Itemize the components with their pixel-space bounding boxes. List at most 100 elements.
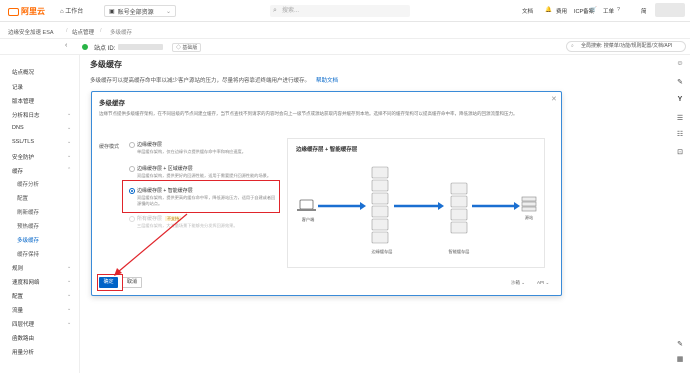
sidebar-item-label: 用量分析 <box>12 350 35 356</box>
sidebar-item-label: 速度和网络 <box>12 280 40 286</box>
sidebar-item-label: 函数路由 <box>12 336 35 342</box>
search-input[interactable]: ⌕ 搜索... <box>270 5 410 17</box>
account-label: 账号全部资源 <box>117 9 154 16</box>
sidebar-item-cache-config[interactable]: 配置 <box>17 194 28 202</box>
sidebar-item-config[interactable]: 配置 ⌄ <box>12 292 76 300</box>
sidebar-item-purge[interactable]: 刷新缓存 <box>17 208 39 216</box>
dialog-description: 边缘节点提供多级缓存架构，在不同层级的节点间建立缓存，当节点查找不到请求的内容时… <box>99 111 518 116</box>
chevron-down-icon: ⌄ <box>67 111 72 117</box>
breadcrumb-separator: / <box>100 28 102 34</box>
option-all-cache-layers: 所有缓存层 不支持 三层缓存架构，大流量场景下能够充分发挥回源效果。 <box>129 215 279 235</box>
api-link[interactable]: API ⌄ <box>537 280 549 286</box>
search-icon: ⌕ <box>571 43 574 49</box>
page-description-text: 多级缓存可以提高缓存命中率以减少客户源站的压力，尽量将内容靠近终端用户进行缓存。 <box>90 78 311 84</box>
breadcrumb-item[interactable]: 边缘安全加速 ESA <box>8 28 54 36</box>
chevron-down-icon: ⌄ <box>67 125 72 131</box>
arrow-client-edge-icon <box>318 202 366 210</box>
edit-icon[interactable]: ✎ <box>672 340 688 348</box>
radio-all-cache-layers <box>129 216 135 222</box>
grid-icon[interactable]: ▦ <box>672 355 688 363</box>
chevron-down-icon: ⌄ <box>67 264 72 270</box>
sidebar-item-security[interactable]: 安全防护 ⌄ <box>12 153 76 161</box>
workspace-link[interactable]: ⌂ 工作台 <box>60 6 83 15</box>
sidebar-item-traffic[interactable]: 流量 ⌄ <box>12 306 76 314</box>
sidebar-item-label: 站点概况 <box>12 70 35 76</box>
smart-cache-label: 智能缓存层 <box>448 249 470 254</box>
sidebar-item-prefetch[interactable]: 预热缓存 <box>17 222 39 230</box>
logo-text: 阿里云 <box>21 7 45 16</box>
avatar[interactable] <box>655 3 685 17</box>
aliyun-logo[interactable]: 阿里云 <box>8 6 45 17</box>
sidebar-item-ssl[interactable]: SSL/TLS ⌄ <box>12 139 76 145</box>
sidebar-item-dns[interactable]: DNS ⌄ <box>12 125 76 131</box>
sandbox-link[interactable]: 沙箱 ⌄ <box>511 280 525 286</box>
client-label: 客户端 <box>301 217 315 222</box>
radio-edge-cache[interactable] <box>129 142 135 148</box>
docs-link[interactable]: 文档 <box>522 7 533 15</box>
page-title: 多级缓存 <box>90 60 122 69</box>
account-icon: ▣ <box>109 8 115 15</box>
sidebar-item-analytics[interactable]: 分析和日志 ⌄ <box>12 111 76 119</box>
client-laptop-icon <box>297 199 316 211</box>
help-icon[interactable]: ? <box>617 7 620 13</box>
sidebar-item-label: 缓存分析 <box>17 182 40 188</box>
close-icon[interactable]: ✕ <box>551 95 557 103</box>
sidebar-item-usage[interactable]: 用量分析 <box>12 348 34 356</box>
option-label: 边缘缓存层 + 区域缓存层 <box>137 166 193 172</box>
breadcrumb-item[interactable]: 站点管理 <box>72 28 94 36</box>
chevron-down-icon: ⌄ <box>67 278 72 284</box>
option-label-wrap: 所有缓存层 不支持 <box>137 215 182 222</box>
chevron-down-icon: ⌄ <box>67 153 72 159</box>
back-icon[interactable]: ‹ <box>65 42 67 49</box>
global-search-input[interactable]: ⌕ 全局搜索: 搜菜单/功能/规则配置/文档/API <box>566 41 686 52</box>
highlight-box-confirm-button <box>97 274 123 291</box>
sidebar-item-label: 多级缓存 <box>17 238 40 244</box>
notes-icon[interactable]: ☷ <box>672 130 688 138</box>
sidebar-item-label: 缓存 <box>12 169 24 175</box>
sidebar-item-speed[interactable]: 速度和网络 ⌄ <box>12 278 76 286</box>
chevron-down-icon: ⌄ <box>67 139 72 145</box>
ticket-link[interactable]: 工单 <box>603 7 614 15</box>
language-switch[interactable]: 简 <box>641 7 647 15</box>
sidebar-item-cache-reserve[interactable]: 缓存保持 <box>17 250 39 258</box>
sidebar-item-label: SSL/TLS <box>12 139 35 145</box>
edge-cache-server-stack-icon <box>371 166 389 244</box>
sidebar-item-versions[interactable]: 版本管理 <box>12 97 34 105</box>
help-doc-link[interactable]: 帮助文档 <box>316 78 338 84</box>
status-dot-icon <box>82 44 88 50</box>
sidebar-item-rules[interactable]: 规则 ⌄ <box>12 264 76 272</box>
sidebar-item-label: 规则 <box>12 266 24 272</box>
bell-icon[interactable]: 🔔 <box>545 7 552 13</box>
sidebar-item-tiered-cache[interactable]: 多级缓存 <box>17 236 39 244</box>
cart-icon[interactable]: 🛒 <box>590 7 597 13</box>
option-edge-cache[interactable]: 边缘缓存层 单层缓存架构，仅在边缘节点提供缓存命中率和响应速度。 <box>129 141 279 161</box>
sidebar-item-cache[interactable]: 缓存 ⌃ <box>12 167 76 175</box>
cancel-button[interactable]: 取消 <box>122 277 142 288</box>
sidebar-item-cache-analytics[interactable]: 缓存分析 <box>17 180 39 188</box>
sidebar-item-l4-proxy[interactable]: 四层代理 ⌄ <box>12 320 76 328</box>
cache-mode-label: 缓存模式 <box>99 144 120 150</box>
sidebar-item-function-routing[interactable]: 函数路由 <box>12 334 34 342</box>
chat-icon[interactable]: ☺ <box>672 60 688 67</box>
global-search-placeholder: 全局搜索: 搜菜单/功能/规则配置/文档/API <box>581 43 673 49</box>
radio-edge-regional-cache[interactable] <box>129 166 135 172</box>
unsupported-badge: 不支持 <box>165 216 182 221</box>
sidebar-item-label: 配置 <box>17 196 29 202</box>
chevron-down-icon: ⌄ <box>67 292 72 298</box>
diamond-icon: ◇ <box>176 45 182 51</box>
feedback-icon[interactable]: ✎ <box>672 78 688 86</box>
arrow-edge-smart-icon <box>394 202 444 210</box>
account-selector[interactable]: ▣ 账号全部资源 ⌄ <box>104 5 176 17</box>
redacted-site-id <box>118 44 163 50</box>
sidebar-item-overview[interactable]: 站点概况 <box>12 68 34 76</box>
breadcrumb: 边缘安全加速 ESA / 站点管理 / 多级缓存 <box>0 22 690 39</box>
filter-icon[interactable]: Y <box>672 96 688 103</box>
plan-badge: ◇ 基础版 <box>172 43 202 52</box>
sidebar-item-records[interactable]: 记录 <box>12 83 23 91</box>
option-description: 双层缓存架构，提供更好的回源性能，适用于需要提升回源性能的场景。 <box>137 173 272 178</box>
list-icon[interactable]: ☰ <box>672 114 688 122</box>
sidebar-item-label: 刷新缓存 <box>17 210 40 216</box>
bookmark-icon[interactable]: ⊡ <box>672 148 688 156</box>
billing-link[interactable]: 费用 <box>556 7 567 15</box>
top-bar: 阿里云 ⌂ 工作台 ▣ 账号全部资源 ⌄ ⌕ 搜索... 文档 费用 ICP备案… <box>0 0 690 22</box>
